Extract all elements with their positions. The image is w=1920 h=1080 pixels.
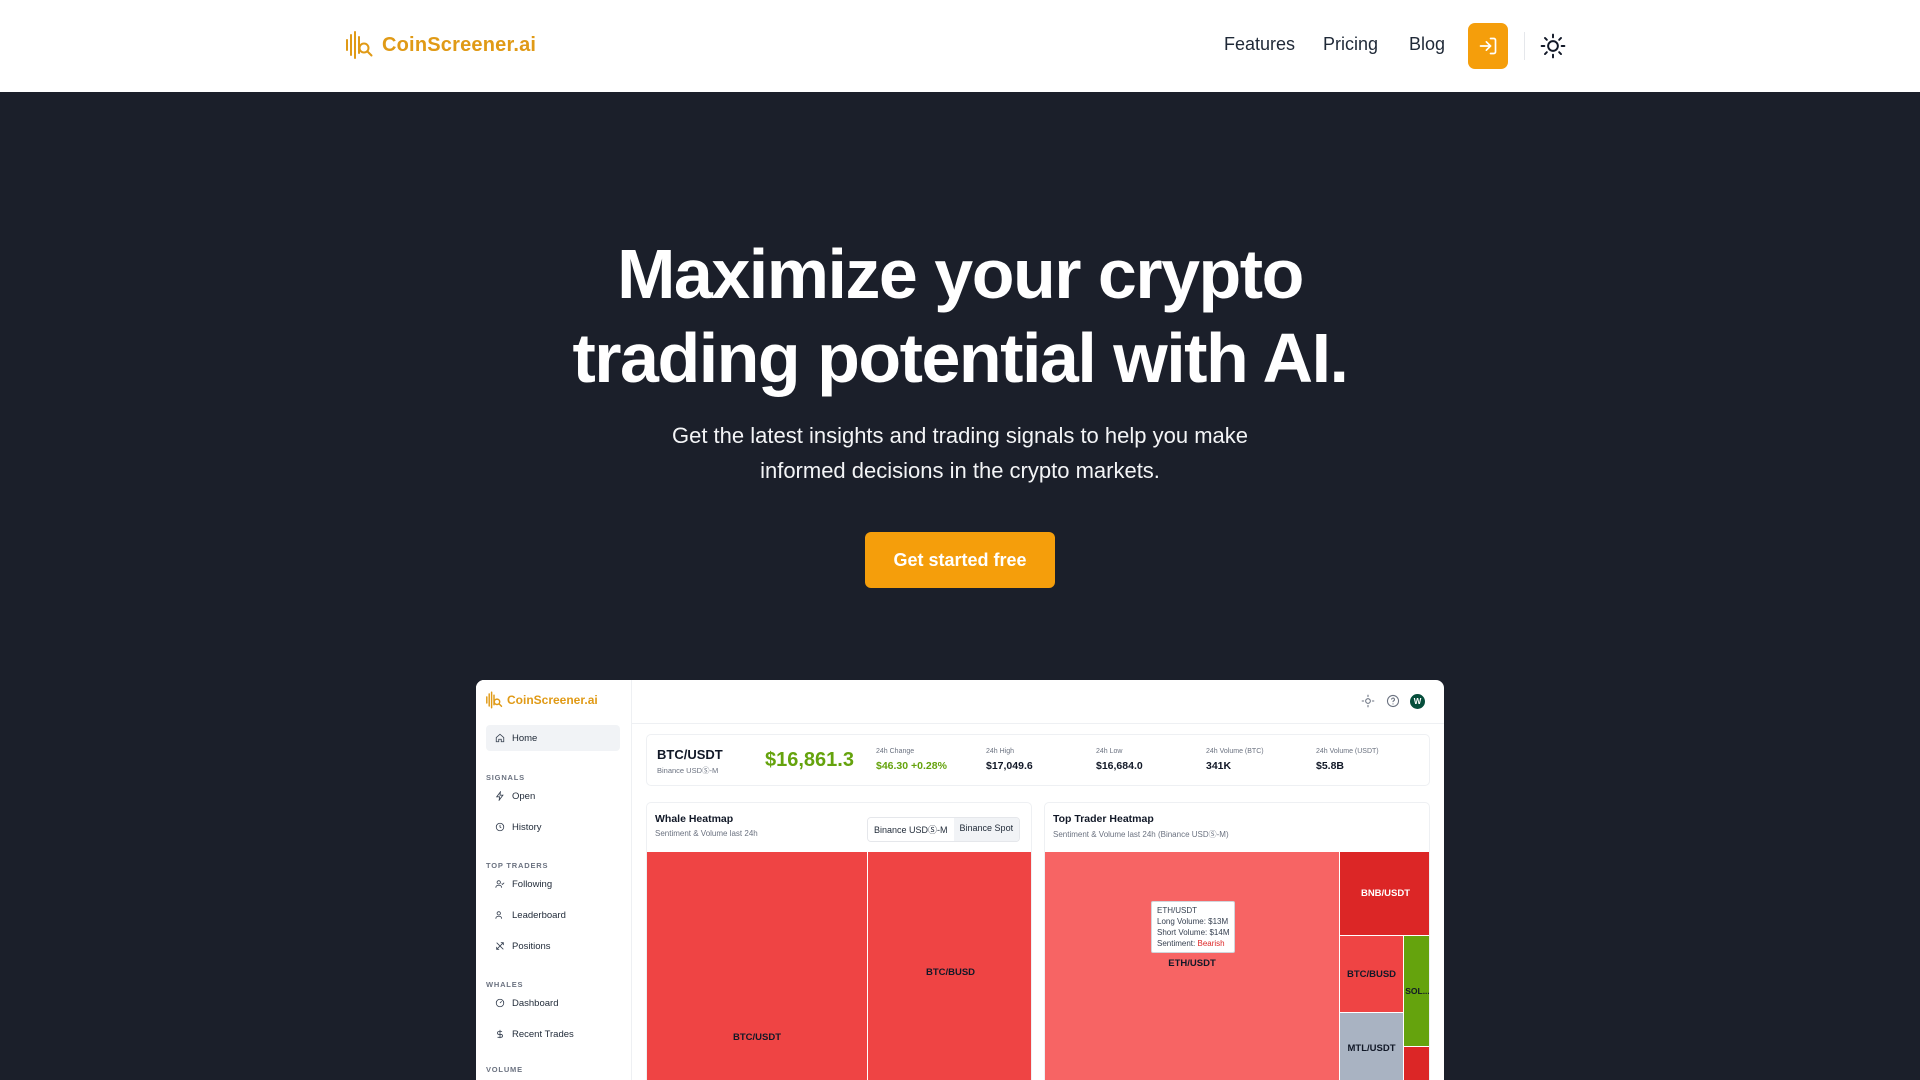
heatmap-cell-bnb-usdt[interactable]: BNB/USDT (1340, 852, 1429, 935)
exchange-tabs: Binance USDⓈ-M Binance Spot (867, 817, 1021, 842)
sidebar-item-label: Open (512, 790, 536, 802)
nav-link-features[interactable]: Features (1224, 34, 1295, 55)
hero-subtitle-line: Get the latest insights and trading sign… (671, 423, 1248, 448)
ticker-stat-label: 24h High (986, 748, 1015, 755)
arrows-cross-icon (496, 942, 504, 950)
ticker-stat-label: 24h Volume (USDT) (1316, 748, 1379, 755)
ticker-stat-value: $17,049.6 (986, 760, 1033, 772)
sidebar-item-open[interactable]: Open (486, 783, 620, 809)
tooltip-short-volume: Short Volume: $14M (1157, 928, 1230, 937)
heatmap-cell-btc-busd[interactable]: BTC/BUSD (868, 852, 1031, 1080)
dollar-icon (497, 1029, 503, 1039)
sidebar-item-label: Dashboard (512, 997, 559, 1009)
tab-binance-usdm[interactable]: Binance USDⓈ-M (868, 818, 954, 841)
hero-title-line: Maximize your crypto (617, 235, 1304, 313)
heatmap-cell-unlabeled[interactable] (1404, 1047, 1429, 1080)
ticker-stat-label: 24h Change (876, 748, 915, 755)
clock-icon (495, 822, 505, 832)
sidebar-item-label: Following (512, 878, 553, 890)
top-navbar: CoinScreener.ai Features Pricing Blog (0, 0, 1920, 92)
ticker-stat-value: $16,684.0 (1096, 760, 1143, 772)
heatmap-cell-mtl-usdt[interactable]: MTL/USDT (1340, 1013, 1403, 1080)
bolt-icon (495, 791, 504, 801)
waveform-search-icon (346, 31, 373, 59)
app-sidebar: CoinScreener.ai Home SIGNALS Open Histor… (476, 680, 632, 1080)
ticker-pair: BTC/USDT (657, 747, 723, 762)
ticker-stat-label: 24h Low (1096, 748, 1123, 755)
heatmap-cell-btc-busd[interactable]: BTC/BUSD (1340, 936, 1403, 1012)
ticker-card: BTC/USDT Binance USDⓈ-M $16,861.3 24h Ch… (646, 734, 1430, 786)
sidebar-section-top-traders: TOP TRADERS (486, 861, 549, 870)
app-preview-screenshot: CoinScreener.ai Home SIGNALS Open Histor… (476, 680, 1444, 1080)
sidebar-item-label: Leaderboard (512, 909, 566, 921)
sidebar-item-history[interactable]: History (486, 814, 620, 840)
tooltip-sentiment: Sentiment: Bearish (1157, 938, 1229, 949)
app-topbar (632, 680, 1444, 724)
sidebar-item-recent-trades[interactable]: Recent Trades (486, 1021, 620, 1047)
tooltip-title: ETH/USDT (1157, 906, 1197, 915)
sidebar-item-dashboard[interactable]: Dashboard (486, 990, 620, 1016)
sidebar-item-label: Home (512, 732, 538, 744)
hero-title-line: trading potential with AI. (572, 319, 1349, 397)
nav-link-pricing[interactable]: Pricing (1323, 34, 1378, 55)
ticker-stat-low: 24h Low $16,684.0 (1096, 748, 1143, 772)
help-icon[interactable] (1386, 694, 1400, 708)
brand-logo[interactable]: CoinScreener.ai (344, 30, 536, 60)
heatmap-tooltip: ETH/USDT Long Volume: $13M Short Volume:… (1151, 901, 1236, 953)
user-check-icon (495, 880, 505, 888)
panel-subtitle: Sentiment & Volume last 24h (Binance USD… (1053, 830, 1229, 839)
ticker-price: $16,861.3 (765, 749, 854, 771)
app-brand-name: CoinScreener.ai (507, 693, 598, 707)
ticker-stat-value: 341K (1206, 760, 1232, 772)
sidebar-section-volume: VOLUME (486, 1065, 523, 1074)
ticker-stat-volume-usdt: 24h Volume (USDT) $5.8B (1316, 748, 1379, 772)
avatar[interactable]: W (1410, 694, 1425, 709)
sidebar-item-following[interactable]: Following (486, 871, 620, 897)
ticker-stat-high: 24h High $17,049.6 (986, 748, 1033, 772)
ticker-exchange: Binance USDⓈ-M (657, 766, 719, 775)
panel-title: Whale Heatmap (655, 813, 734, 825)
sun-icon[interactable] (1540, 33, 1566, 59)
nav-divider (1524, 32, 1525, 60)
users-icon (495, 911, 503, 919)
hero-title: Maximize your crypto trading potential w… (0, 232, 1920, 400)
app-brand-logo: CoinScreener.ai (485, 691, 598, 709)
panel-title: Top Trader Heatmap (1053, 813, 1154, 825)
get-started-button[interactable]: Get started free (865, 532, 1055, 588)
login-button[interactable] (1468, 23, 1508, 69)
sidebar-item-home[interactable]: Home (486, 725, 620, 751)
panel-subtitle: Sentiment & Volume last 24h (655, 829, 758, 838)
nav-link-blog[interactable]: Blog (1409, 34, 1445, 55)
sidebar-item-leaderboard[interactable]: Leaderboard (486, 902, 620, 928)
tooltip-sentiment-label: Sentiment: (1157, 939, 1196, 948)
ticker-stat-change: 24h Change $46.30 +0.28% (876, 748, 947, 772)
tab-binance-spot[interactable]: Binance Spot (953, 818, 1020, 841)
sidebar-item-label: History (512, 821, 542, 833)
sidebar-item-label: Positions (512, 940, 551, 952)
heatmap-cell-sol[interactable]: SOL... (1404, 936, 1429, 1046)
sidebar-item-positions[interactable]: Positions (486, 933, 620, 959)
heatmap-cell-eth-usdt[interactable]: ETH/USDT (1045, 852, 1339, 1080)
ticker-stat-label: 24h Volume (BTC) (1206, 748, 1264, 755)
sidebar-item-label: Recent Trades (512, 1028, 574, 1040)
home-icon (495, 733, 505, 743)
sun-icon[interactable] (1361, 694, 1375, 708)
ticker-stat-value: $46.30 +0.28% (876, 760, 947, 772)
top-trader-heatmap-panel: Top Trader Heatmap Sentiment & Volume la… (1044, 802, 1430, 1080)
hero-subtitle: Get the latest insights and trading sign… (0, 418, 1920, 488)
tooltip-long-volume: Long Volume: $13M (1157, 917, 1229, 926)
hero-subtitle-line: informed decisions in the crypto markets… (760, 458, 1160, 483)
whale-heatmap-panel: Whale Heatmap Sentiment & Volume last 24… (646, 802, 1032, 1080)
sidebar-section-signals: SIGNALS (486, 773, 525, 782)
tooltip-sentiment-value: Bearish (1197, 939, 1225, 948)
heatmap-cell-btc-usdt[interactable]: BTC/USDT (647, 852, 867, 1080)
waveform-search-icon (486, 691, 503, 709)
login-icon (1479, 37, 1497, 55)
ticker-stat-value: $5.8B (1316, 760, 1345, 772)
gauge-icon (495, 998, 505, 1008)
brand-name: CoinScreener.ai (382, 33, 537, 56)
sidebar-section-whales: WHALES (486, 980, 524, 989)
ticker-stat-volume-btc: 24h Volume (BTC) 341K (1206, 748, 1264, 772)
